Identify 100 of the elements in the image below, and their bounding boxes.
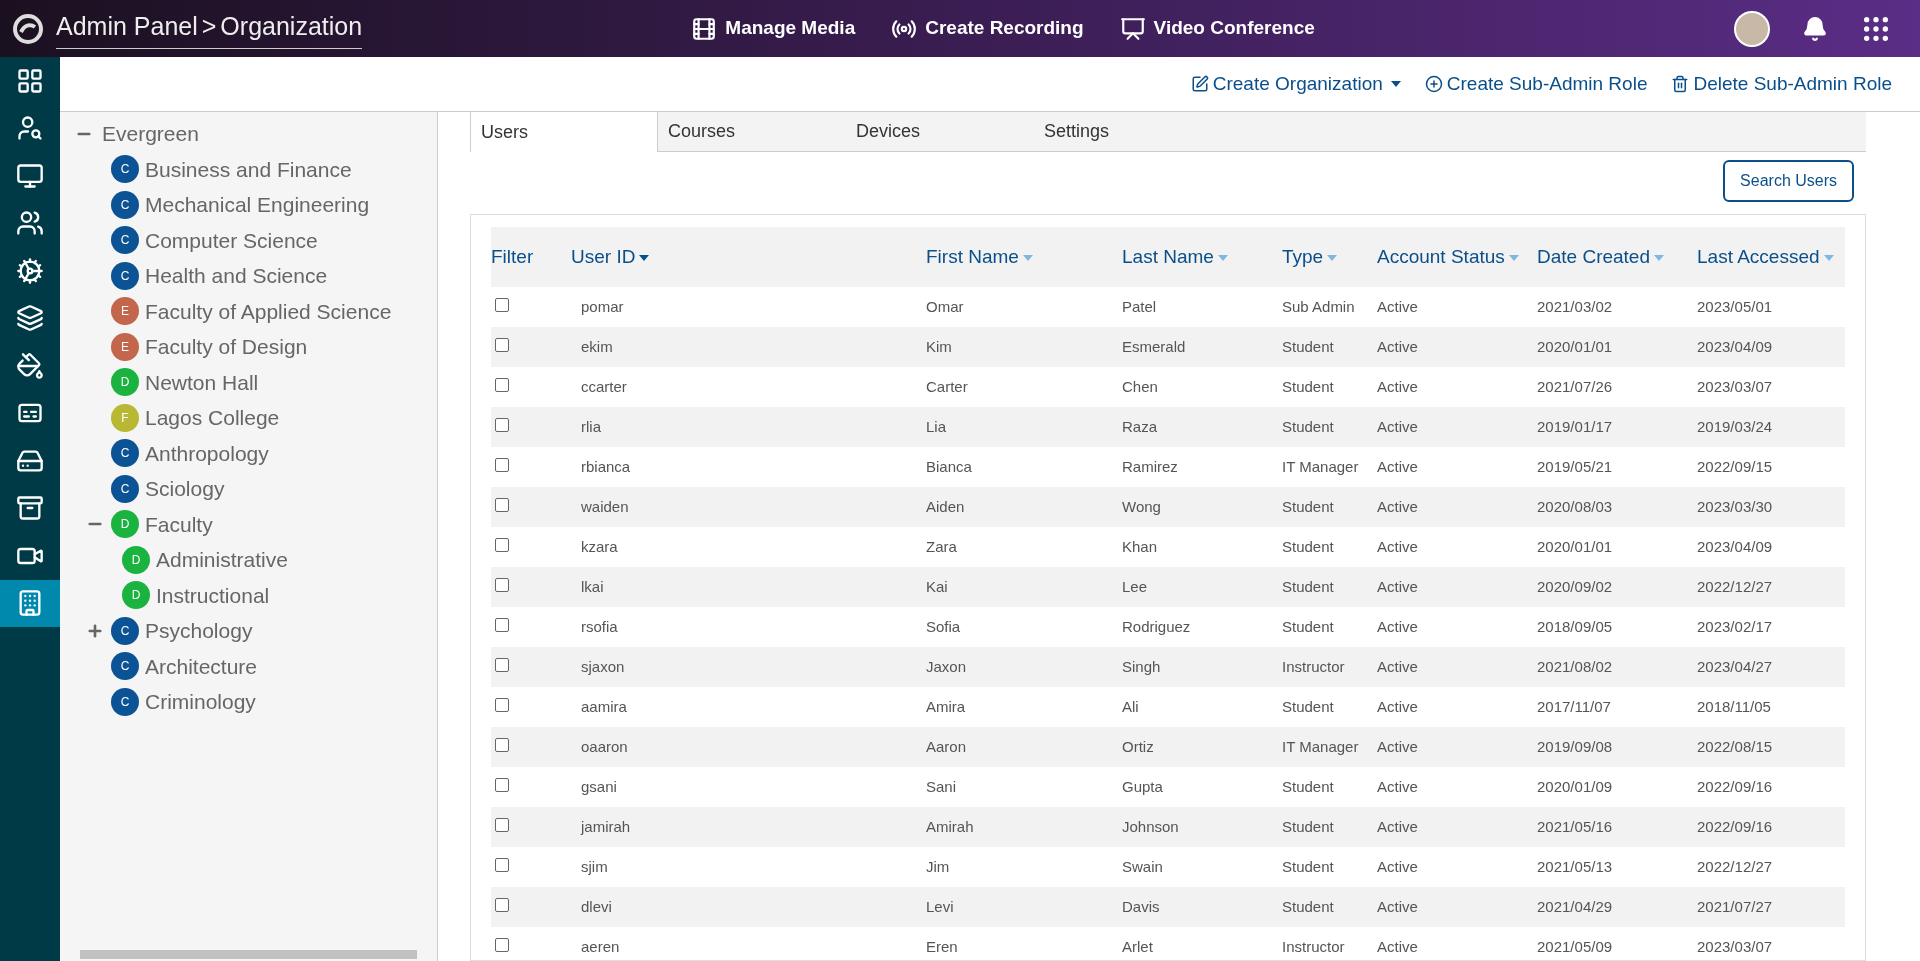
nav-link[interactable]: Manage Media xyxy=(691,14,856,43)
table-cell: Sofia xyxy=(926,617,961,635)
filter-header: Filter xyxy=(491,244,535,269)
row-checkbox[interactable] xyxy=(495,737,509,752)
tree-item[interactable]: Mechanical Engineering xyxy=(145,189,370,221)
avatar[interactable] xyxy=(1734,10,1770,47)
table-cell: Lee xyxy=(1122,577,1148,595)
tree-item[interactable]: Anthropology xyxy=(145,437,269,469)
row-checkbox[interactable] xyxy=(495,817,509,832)
table-cell: Student xyxy=(1282,617,1334,635)
tree-item[interactable]: Faculty of Applied Science xyxy=(145,295,392,327)
row-checkbox[interactable] xyxy=(495,777,509,792)
table-cell: Sub Admin xyxy=(1282,297,1355,315)
row-checkbox[interactable] xyxy=(495,897,509,912)
table-cell: Bianca xyxy=(926,457,972,475)
tree-item[interactable]: Architecture xyxy=(145,650,258,682)
table-cell: Student xyxy=(1282,697,1334,715)
tree-item[interactable]: Instructional xyxy=(156,579,270,611)
tree-item[interactable]: Evergreen xyxy=(102,118,199,150)
column-header[interactable]: Date Created xyxy=(1537,243,1697,271)
tree-item[interactable]: Criminology xyxy=(145,686,256,718)
table-cell: rsofia xyxy=(581,617,618,635)
tree-item[interactable]: Computer Science xyxy=(145,224,318,256)
table-cell: 2019/09/08 xyxy=(1537,737,1613,755)
row-checkbox[interactable] xyxy=(495,577,509,592)
tree-item[interactable]: Faculty xyxy=(145,508,213,540)
breadcrumb-link[interactable]: Admin Panel xyxy=(56,8,198,46)
tree-item[interactable]: Lagos College xyxy=(145,402,280,434)
table-cell: 2023/03/07 xyxy=(1697,377,1773,395)
nav-link[interactable]: Create Recording xyxy=(891,14,1084,43)
tree-item[interactable]: Administrative xyxy=(156,544,288,576)
table-cell: Rodriguez xyxy=(1122,617,1191,635)
table-cell: Active xyxy=(1377,777,1418,795)
table-cell: 2023/04/09 xyxy=(1697,537,1773,555)
org-badge: C xyxy=(111,616,139,645)
tree-item[interactable]: Sciology xyxy=(145,473,225,505)
table-cell: 2023/04/09 xyxy=(1697,337,1773,355)
row-checkbox[interactable] xyxy=(495,297,509,312)
row-checkbox[interactable] xyxy=(495,377,509,392)
tree-item[interactable]: Health and Science xyxy=(145,260,328,292)
row-checkbox[interactable] xyxy=(495,417,509,432)
row-checkbox[interactable] xyxy=(495,497,509,512)
row-checkbox[interactable] xyxy=(495,857,509,872)
table-cell: 2022/09/15 xyxy=(1697,457,1773,475)
row-checkbox[interactable] xyxy=(495,617,509,632)
table-cell: 2023/03/07 xyxy=(1697,937,1773,955)
row-checkbox[interactable] xyxy=(495,537,509,552)
table-cell: ccarter xyxy=(581,377,627,395)
sidebar-button[interactable] xyxy=(0,579,60,627)
table-cell: 2023/02/17 xyxy=(1697,617,1773,635)
tab[interactable]: Settings xyxy=(1034,112,1222,151)
action-link[interactable]: Create Organization xyxy=(1190,69,1401,99)
column-header[interactable]: First Name xyxy=(926,243,1122,271)
row-checkbox[interactable] xyxy=(495,937,509,952)
table-cell: 2019/01/17 xyxy=(1537,417,1613,435)
bell-icon[interactable] xyxy=(1802,15,1828,42)
table-cell: Jaxon xyxy=(926,657,967,675)
table-cell: Student xyxy=(1282,377,1334,395)
row-checkbox[interactable] xyxy=(495,657,509,672)
column-header[interactable]: Type xyxy=(1282,243,1377,271)
table-cell: Active xyxy=(1377,937,1418,955)
column-header[interactable]: User ID xyxy=(571,243,926,271)
table-cell: Eren xyxy=(926,937,958,955)
column-header[interactable]: Last Name xyxy=(1122,243,1282,271)
table-cell: Student xyxy=(1282,417,1334,435)
action-link[interactable]: Delete Sub-Admin Role xyxy=(1671,69,1892,99)
tab[interactable]: Users xyxy=(470,112,658,152)
table-cell: IT Manager xyxy=(1282,457,1359,475)
column-header[interactable]: Last Accessed xyxy=(1697,243,1845,271)
table-cell: 2021/03/02 xyxy=(1537,297,1613,315)
table-cell: 2021/04/29 xyxy=(1537,897,1613,915)
table-cell: Instructor xyxy=(1282,937,1345,955)
table-cell: 2020/09/02 xyxy=(1537,577,1613,595)
table-cell: Chen xyxy=(1122,377,1158,395)
tree-item[interactable]: Newton Hall xyxy=(145,366,259,398)
table-cell: Active xyxy=(1377,417,1418,435)
tab[interactable]: Courses xyxy=(658,112,846,151)
table-cell: Johnson xyxy=(1122,817,1179,835)
table-cell: 2017/11/07 xyxy=(1537,697,1611,715)
tree-item[interactable]: Business and Finance xyxy=(145,153,352,185)
nav-link[interactable]: Video Conference xyxy=(1119,14,1315,43)
table-cell: sjaxon xyxy=(581,657,625,675)
tab[interactable]: Devices xyxy=(846,112,1034,151)
table-cell: Student xyxy=(1282,897,1334,915)
table-cell: Levi xyxy=(926,897,954,915)
table-cell: Active xyxy=(1377,737,1418,755)
row-checkbox[interactable] xyxy=(495,697,509,712)
row-checkbox[interactable] xyxy=(495,337,509,352)
column-header[interactable]: Account Status xyxy=(1377,243,1537,271)
table-cell: Wong xyxy=(1122,497,1161,515)
table-cell: 2018/11/05 xyxy=(1697,697,1771,715)
table-cell: 2023/04/27 xyxy=(1697,657,1773,675)
table-cell: Davis xyxy=(1122,897,1160,915)
action-link[interactable]: Create Sub-Admin Role xyxy=(1424,69,1648,99)
table-cell: Active xyxy=(1377,377,1418,395)
search-users-button[interactable]: Search Users xyxy=(1723,160,1854,202)
tree-item[interactable]: Psychology xyxy=(145,615,253,647)
tree-item[interactable]: Faculty of Design xyxy=(145,331,308,363)
row-checkbox[interactable] xyxy=(495,457,509,472)
table-cell: 2021/07/27 xyxy=(1697,897,1773,915)
